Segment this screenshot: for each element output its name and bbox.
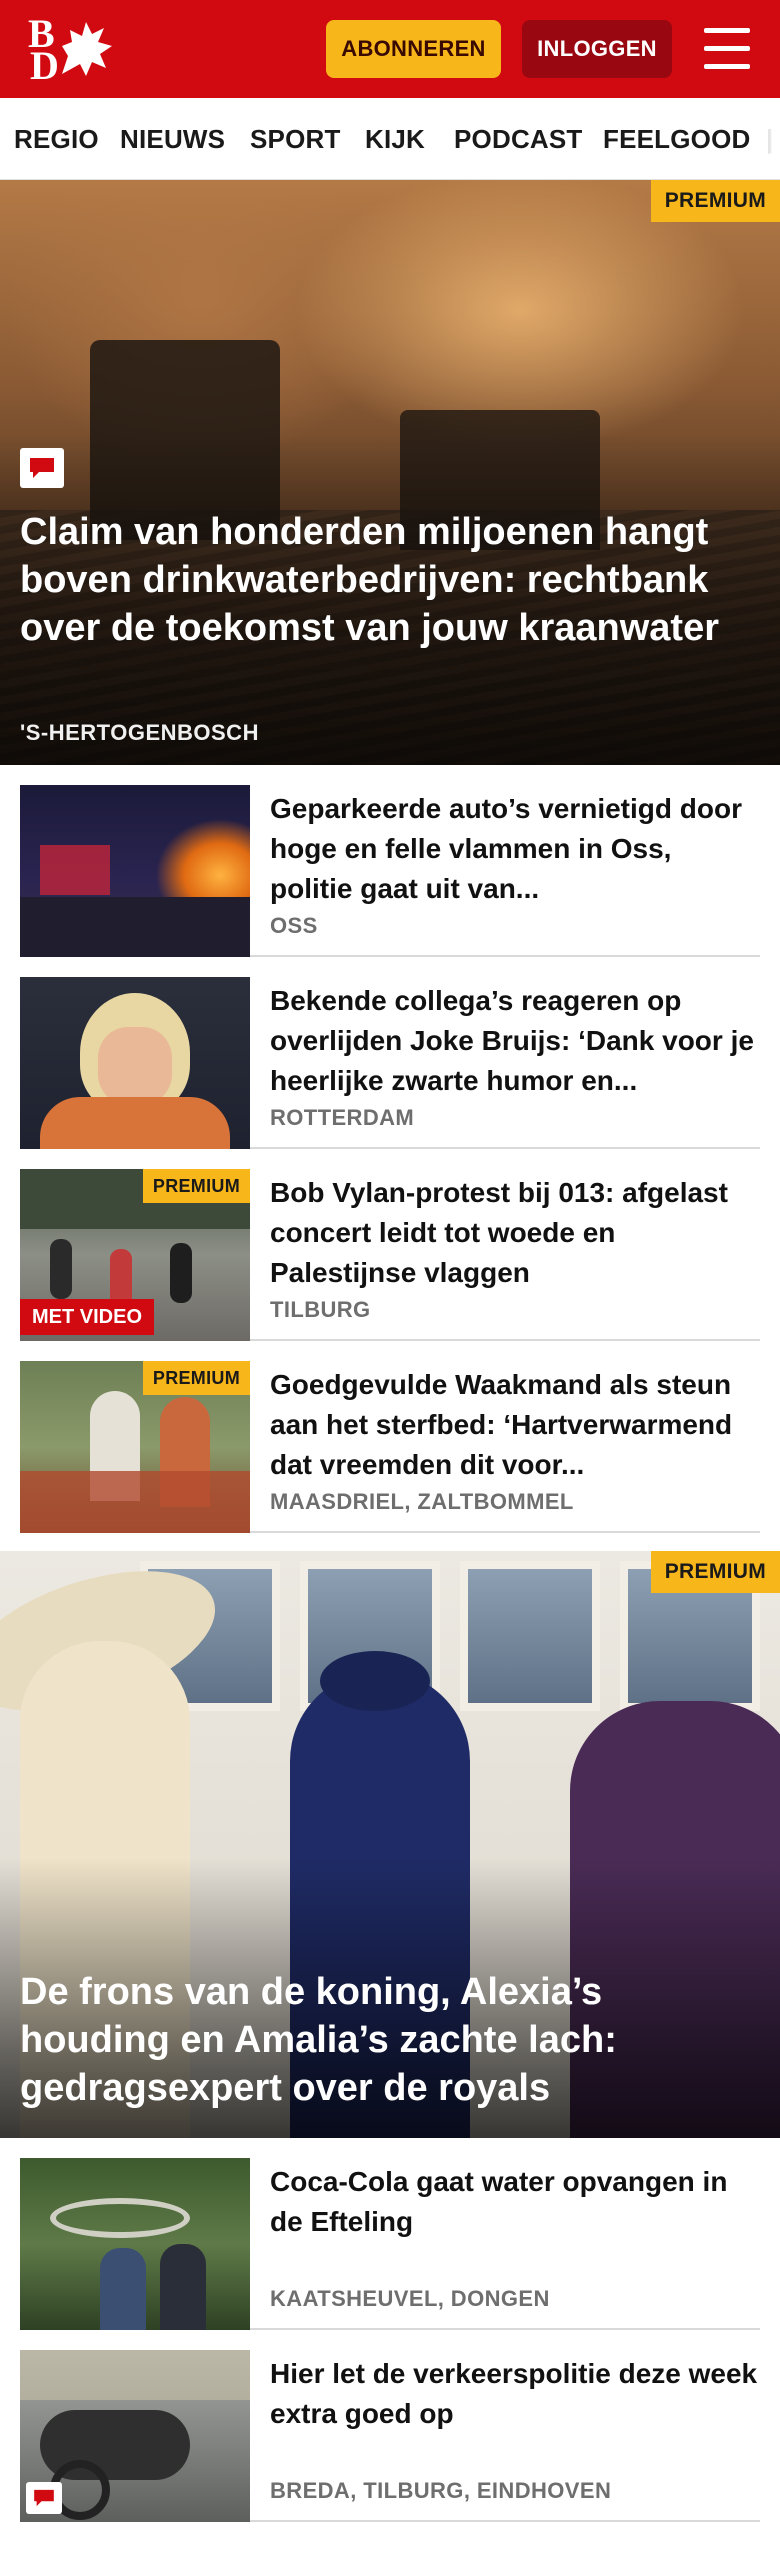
nav-item-regio[interactable]: REGIO xyxy=(14,124,99,155)
article-title[interactable]: Coca-Cola gaat water opvangen in de Efte… xyxy=(270,2162,760,2242)
article-thumbnail: PREMIUM xyxy=(20,1361,250,1533)
article-title[interactable]: Goedgevulde Waakmand als steun aan het s… xyxy=(270,1365,760,1485)
article-thumbnail: PREMIUM MET VIDEO xyxy=(20,1169,250,1341)
top-bar: B D ABONNEREN INLOGGEN xyxy=(0,0,780,98)
hat-image xyxy=(320,1651,430,1711)
article-place: MAASDRIEL, ZALTBOMMEL xyxy=(270,1489,574,1514)
bridge-image xyxy=(50,2198,190,2238)
list-item[interactable]: PREMIUM MET VIDEO Bob Vylan-protest bij … xyxy=(20,1149,760,1341)
nav-item-podcast[interactable]: PODCAST xyxy=(454,124,583,155)
premium-badge: PREMIUM xyxy=(142,1361,250,1395)
article-place: ROTTERDAM xyxy=(270,1105,415,1130)
article-place: OSS xyxy=(270,913,318,938)
video-badge: MET VIDEO xyxy=(20,1299,155,1335)
article-thumbnail xyxy=(20,2350,250,2522)
article-place: BREDA, TILBURG, EINDHOVEN xyxy=(270,2478,612,2503)
comment-icon xyxy=(26,2482,62,2514)
list-item[interactable]: Hier let de verkeerspolitie deze week ex… xyxy=(20,2330,760,2522)
window-image xyxy=(460,1561,600,1711)
second-lead-title[interactable]: De frons van de koning, Alexia’s houding… xyxy=(20,1968,760,2112)
nav-item-nieuws[interactable]: NIEUWS xyxy=(120,124,225,155)
article-title[interactable]: Hier let de verkeerspolitie deze week ex… xyxy=(270,2354,760,2434)
article-title[interactable]: Bekende collega’s reageren op overlijden… xyxy=(270,981,760,1101)
bd-logo[interactable]: B D xyxy=(26,14,116,86)
login-button[interactable]: INLOGGEN xyxy=(522,20,672,78)
nav-fade xyxy=(750,98,780,179)
premium-badge: PREMIUM xyxy=(650,1551,780,1593)
article-title[interactable]: Bob Vylan-protest bij 013: afgelast conc… xyxy=(270,1173,760,1293)
comment-icon xyxy=(20,448,64,488)
premium-badge: PREMIUM xyxy=(650,180,780,222)
nav-item-feelgood[interactable]: FEELGOOD xyxy=(603,124,751,155)
logo-letter-d: D xyxy=(30,43,59,88)
section-nav: REGIO NIEUWS SPORT KIJK PODCAST FEELGOOD… xyxy=(0,98,780,180)
hamburger-menu-icon[interactable] xyxy=(700,26,752,72)
list-item[interactable]: Bekende collega’s reageren op overlijden… xyxy=(20,957,760,1149)
article-place: KAATSHEUVEL, DONGEN xyxy=(270,2286,550,2311)
lead-story-title[interactable]: Claim van honderden miljoenen hangt bove… xyxy=(20,508,760,652)
list-item[interactable]: Coca-Cola gaat water opvangen in de Efte… xyxy=(20,2138,760,2330)
dragon-icon xyxy=(62,22,112,76)
premium-badge: PREMIUM xyxy=(142,1169,250,1203)
article-thumbnail xyxy=(20,977,250,1149)
article-thumbnail xyxy=(20,785,250,957)
article-title[interactable]: Geparkeerde auto’s vernietigd door hoge … xyxy=(270,789,760,909)
second-lead-story[interactable]: PREMIUM De frons van de koning, Alexia’s… xyxy=(0,1551,780,2138)
list-item[interactable]: PREMIUM Goedgevulde Waakmand als steun a… xyxy=(20,1341,760,1533)
list-item[interactable]: Geparkeerde auto’s vernietigd door hoge … xyxy=(20,765,760,957)
nav-item-sport[interactable]: SPORT xyxy=(250,124,341,155)
nav-item-kijk[interactable]: KIJK xyxy=(365,124,425,155)
article-place: TILBURG xyxy=(270,1297,371,1322)
subscribe-button[interactable]: ABONNEREN xyxy=(326,20,501,78)
lead-story-place: 'S-HERTOGENBOSCH xyxy=(20,720,259,745)
article-thumbnail xyxy=(20,2158,250,2330)
lead-story[interactable]: PREMIUM Claim van honderden miljoenen ha… xyxy=(0,180,780,765)
